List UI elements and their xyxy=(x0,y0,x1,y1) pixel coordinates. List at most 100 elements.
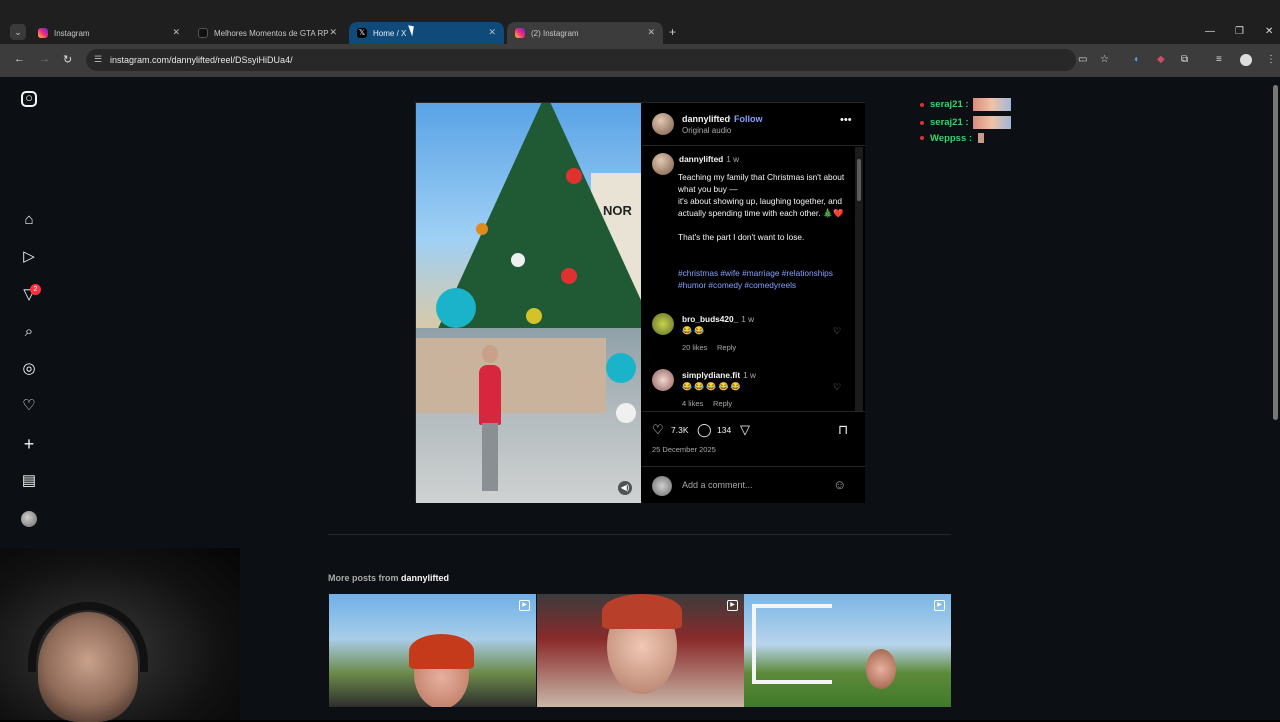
ornament xyxy=(436,288,476,328)
explore-icon[interactable]: ◎ xyxy=(20,360,38,378)
follow-button[interactable]: Follow xyxy=(734,114,763,124)
back-icon[interactable]: ← xyxy=(14,53,25,65)
share-icon[interactable]: ▽ xyxy=(740,422,750,438)
close-icon[interactable]: ✕ xyxy=(329,27,337,38)
person-image xyxy=(479,365,501,425)
character-hair-image xyxy=(409,634,474,669)
audio-label[interactable]: Original audio xyxy=(682,126,731,135)
caption-avatar[interactable] xyxy=(652,153,674,175)
comment-reply-button[interactable]: Reply xyxy=(717,343,736,352)
tab-instagram-2[interactable]: (2) Instagram ✕ xyxy=(507,22,663,44)
create-plus-icon[interactable]: + xyxy=(20,435,38,453)
forward-icon[interactable]: → xyxy=(39,53,50,65)
chat-emote-image xyxy=(972,98,1011,111)
more-post-thumbnail-1[interactable]: ▶ xyxy=(329,594,536,707)
comment-count[interactable]: 134 xyxy=(717,425,731,435)
extension-icon[interactable]: ◖ xyxy=(1133,54,1139,65)
comment-user-text[interactable]: simplydiane.fit xyxy=(682,370,740,380)
author-avatar[interactable] xyxy=(652,113,674,135)
chat-dot-icon xyxy=(920,102,924,107)
chat-emote-image xyxy=(972,116,1011,129)
comment-username[interactable]: simplydiane.fit 1 w xyxy=(682,370,756,380)
comment-avatar[interactable] xyxy=(652,369,674,391)
reels-icon[interactable]: ▷ xyxy=(20,248,38,266)
restore-icon[interactable]: ❐ xyxy=(1235,26,1244,37)
ornament xyxy=(561,268,577,284)
profile-avatar[interactable] xyxy=(21,511,37,527)
person-legs xyxy=(482,423,498,491)
site-info-icon[interactable]: ☰ xyxy=(94,54,102,65)
url-text[interactable]: instagram.com/dannylifted/reel/DSsyiHiDU… xyxy=(110,55,293,65)
comment-avatar[interactable] xyxy=(652,313,674,335)
tab-instagram[interactable]: Instagram ✕ xyxy=(30,22,188,44)
reload-icon[interactable]: ↻ xyxy=(63,53,72,66)
person-head xyxy=(482,345,498,363)
emoji-icon[interactable]: ☺ xyxy=(833,477,846,492)
post-dialog: NOR ◀) dannylifted • Follow Original aud… xyxy=(415,102,865,503)
caption-text: Teaching my family that Christmas isn't … xyxy=(678,172,845,242)
comment-input[interactable]: Add a comment... xyxy=(682,480,753,490)
address-bar[interactable]: ☰ instagram.com/dannylifted/reel/DSsyiHi… xyxy=(86,49,1076,71)
close-window-icon[interactable]: ✕ xyxy=(1265,26,1273,37)
comment-likes[interactable]: 4 likes xyxy=(682,399,703,408)
comment-like-icon[interactable]: ♡ xyxy=(833,326,841,337)
comment-icon[interactable]: ◯ xyxy=(697,422,712,438)
tab-title: Instagram xyxy=(54,28,90,38)
dashboard-icon[interactable]: ▤ xyxy=(20,472,38,490)
instagram-icon xyxy=(38,28,48,38)
tab-tiktok[interactable]: Melhores Momentos de GTA RP ✕ xyxy=(190,22,345,44)
more-options-icon[interactable]: ••• xyxy=(840,114,852,126)
mute-icon[interactable]: ◀) xyxy=(618,481,632,495)
close-icon[interactable]: ✕ xyxy=(172,27,180,38)
new-tab-button[interactable]: + xyxy=(669,25,676,39)
caption-time: 1 w xyxy=(726,154,740,164)
extensions-puzzle-icon[interactable]: ⧉ xyxy=(1181,54,1188,65)
comment-like-icon[interactable]: ♡ xyxy=(833,382,841,393)
section-divider xyxy=(328,534,951,535)
close-icon[interactable]: ✕ xyxy=(647,27,655,38)
save-bookmark-icon[interactable]: ⊓ xyxy=(838,422,848,438)
notifications-heart-icon[interactable]: ♡ xyxy=(20,397,38,415)
home-icon[interactable]: ⌂ xyxy=(20,211,38,229)
soccer-goal-image xyxy=(752,604,832,684)
more-post-thumbnail-3[interactable]: ▶ xyxy=(744,594,951,707)
menu-icon[interactable]: ⋮ xyxy=(1266,54,1276,65)
tab-search-icon[interactable]: ⌄ xyxy=(10,24,26,40)
ornament xyxy=(616,403,636,423)
chat-emote-image xyxy=(978,133,985,144)
comments-scroll-thumb[interactable] xyxy=(857,159,861,201)
search-icon[interactable]: ⌕ xyxy=(20,323,38,341)
close-icon[interactable]: ✕ xyxy=(488,27,496,38)
like-icon[interactable]: ♡ xyxy=(652,422,664,438)
minimize-icon[interactable]: — xyxy=(1205,26,1215,37)
tab-x-home[interactable]: 𝕏 Home / X ✕ xyxy=(349,22,504,44)
comment-likes[interactable]: 20 likes xyxy=(682,343,707,352)
more-posts-user[interactable]: dannylifted xyxy=(401,573,449,583)
extension-icon-2[interactable]: ◆ xyxy=(1157,54,1165,65)
tab-strip: ⌄ Instagram ✕ Melhores Momentos de GTA R… xyxy=(0,0,1280,44)
post-media[interactable]: NOR ◀) xyxy=(416,103,641,503)
ornament xyxy=(511,253,525,267)
notification-badge: 2 xyxy=(30,284,41,295)
page-scrollbar[interactable] xyxy=(1273,85,1278,420)
comment-user-text[interactable]: bro_buds420_ xyxy=(682,314,738,324)
bookmark-star-icon[interactable]: ☆ xyxy=(1100,54,1109,65)
chat-user: seraj21 : xyxy=(930,99,969,111)
author-username[interactable]: dannylifted xyxy=(682,114,730,124)
like-count[interactable]: 7.3K xyxy=(671,425,689,435)
media-control-icon[interactable]: ≡ xyxy=(1216,54,1222,65)
instagram-logo-icon[interactable]: ○ xyxy=(21,91,37,107)
hashtags[interactable]: #christmas #wife #marriage #relationship… xyxy=(678,267,846,291)
comment-text: 😂 😂 xyxy=(682,326,705,335)
ornament xyxy=(526,308,542,324)
reel-icon: ▶ xyxy=(934,600,945,611)
more-post-thumbnail-2[interactable]: ▶ xyxy=(537,594,744,707)
caption-user-text[interactable]: dannylifted xyxy=(679,154,723,164)
comment-reply-button[interactable]: Reply xyxy=(713,399,732,408)
browser-window: ⌄ Instagram ✕ Melhores Momentos de GTA R… xyxy=(0,0,1280,722)
install-app-icon[interactable]: ▭ xyxy=(1078,54,1087,65)
comment-username[interactable]: bro_buds420_ 1 w xyxy=(682,314,754,324)
post-date[interactable]: 25 December 2025 xyxy=(652,445,716,454)
profile-avatar-icon[interactable] xyxy=(1240,54,1252,66)
caption-username[interactable]: dannylifted 1 w xyxy=(679,154,739,164)
